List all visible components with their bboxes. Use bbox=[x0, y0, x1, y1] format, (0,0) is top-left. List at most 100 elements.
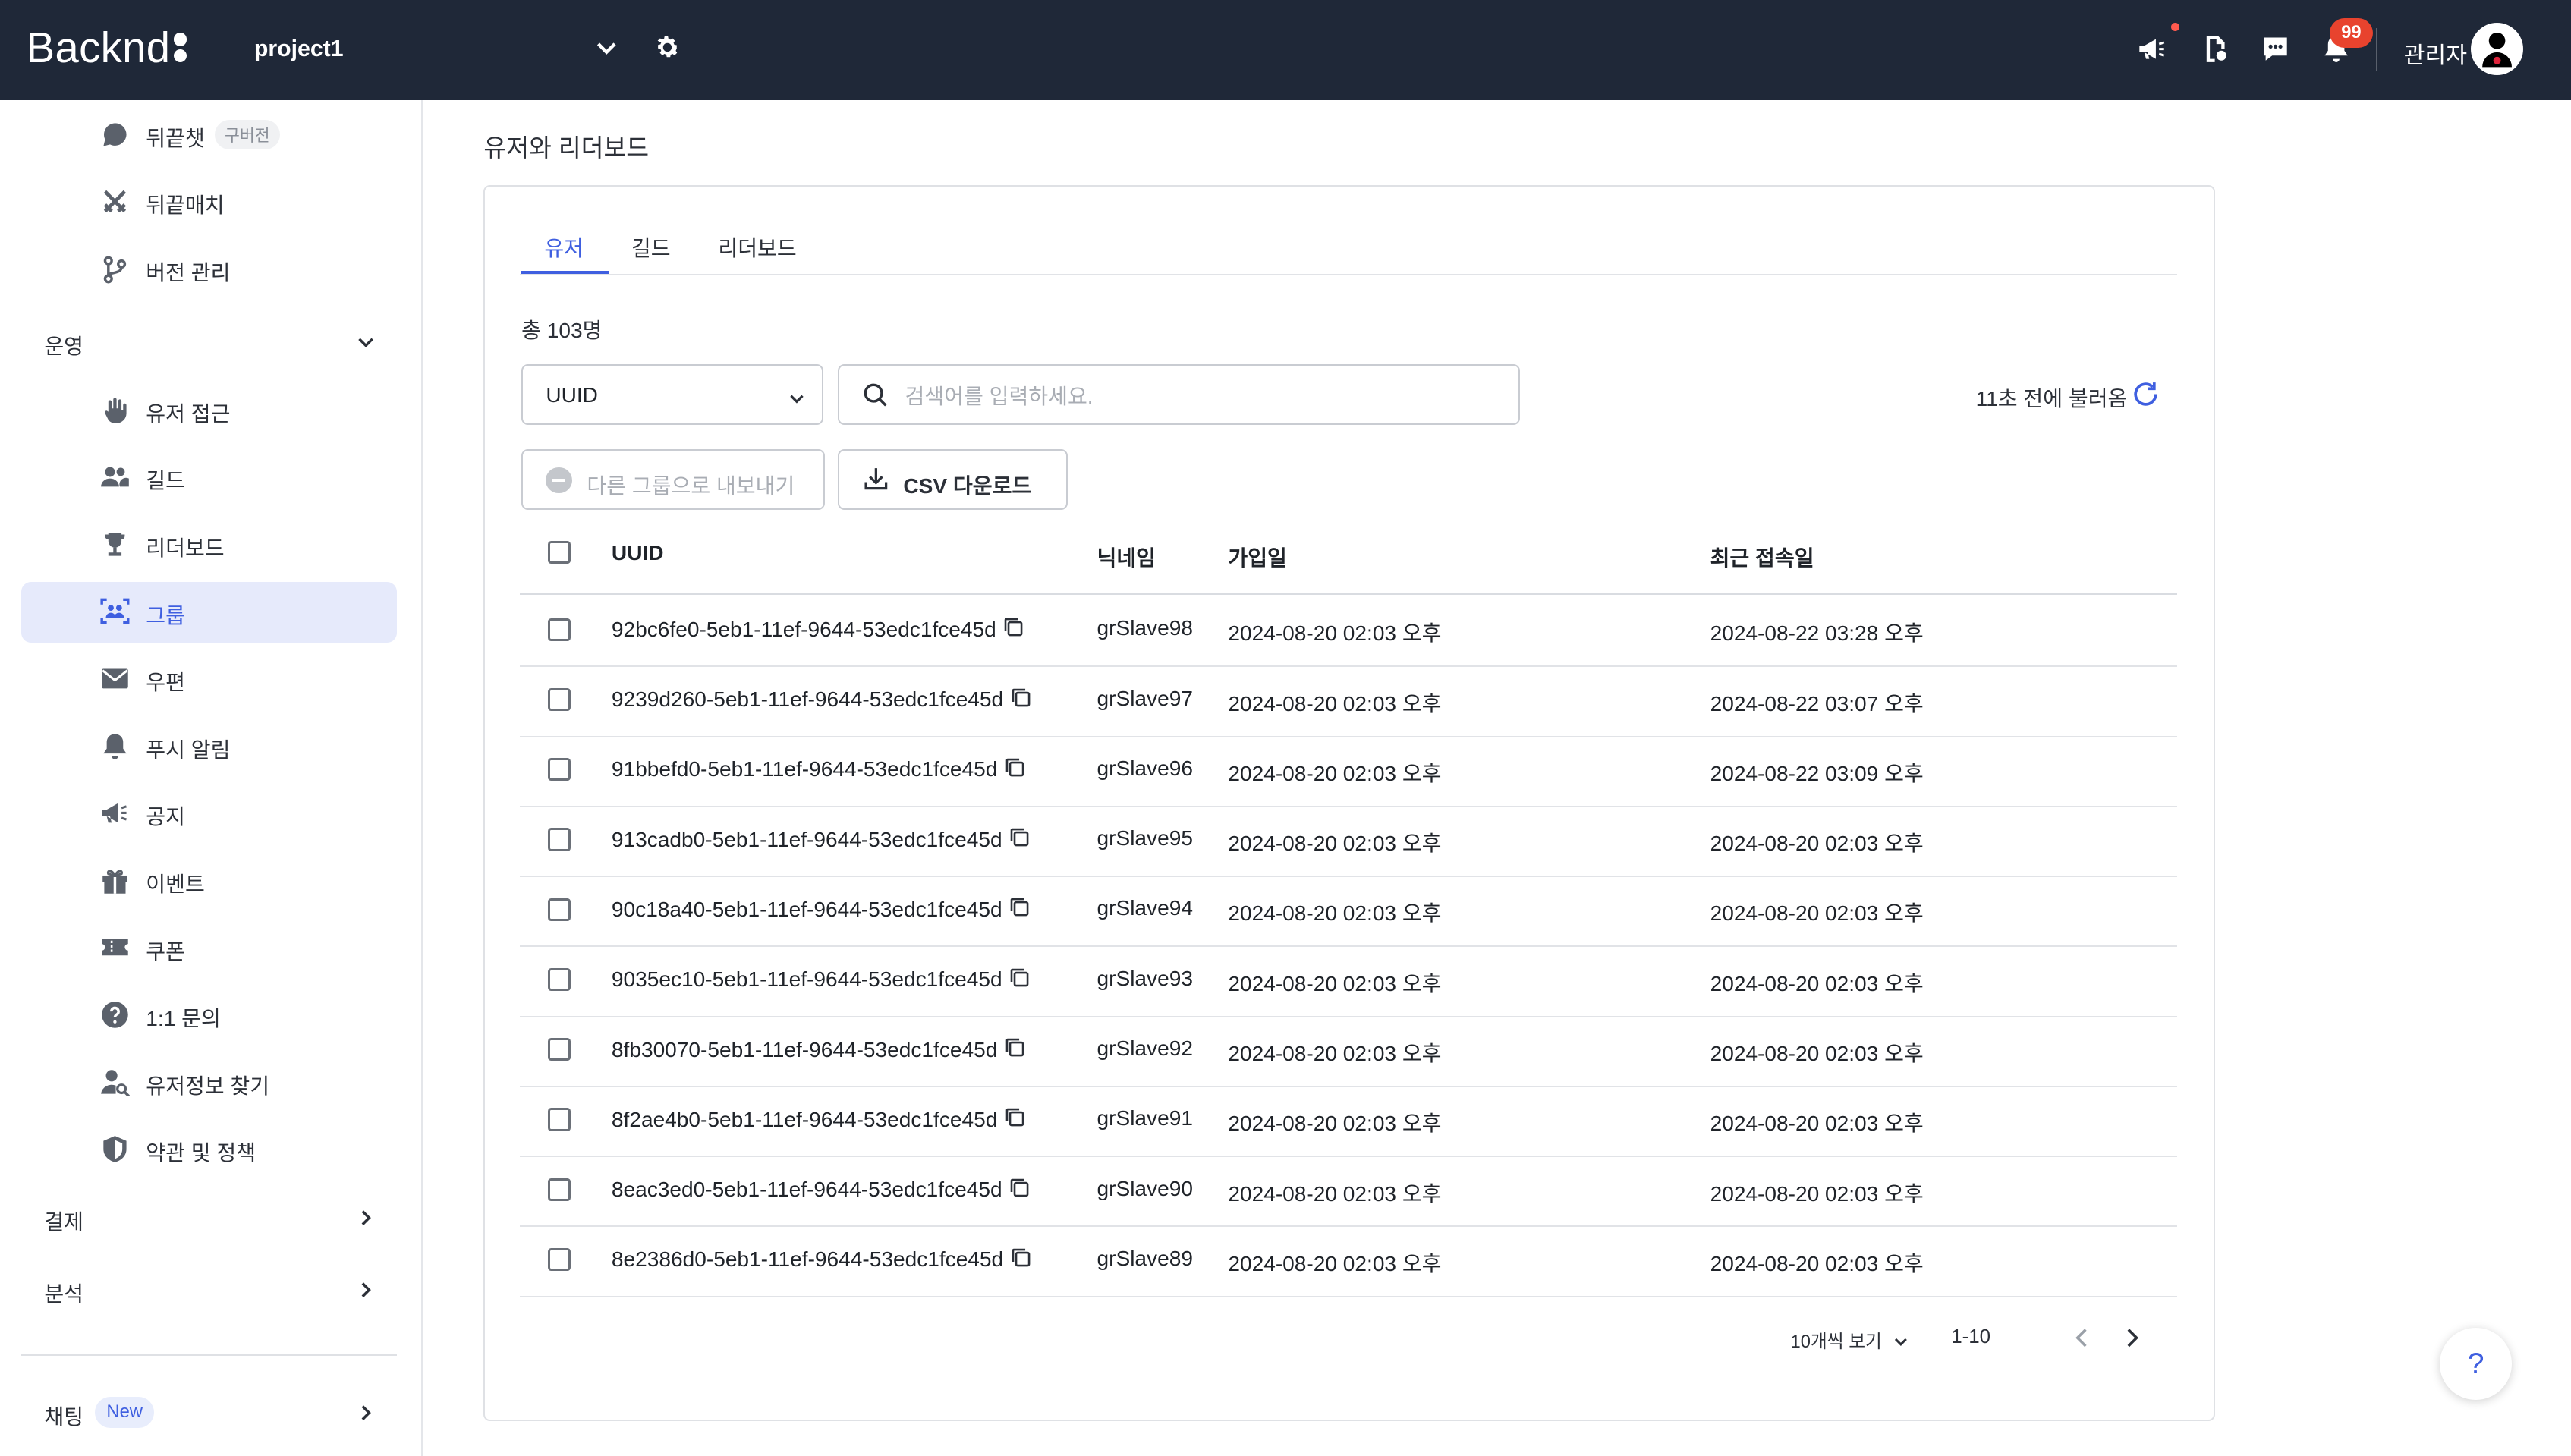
gear-icon[interactable] bbox=[653, 33, 682, 69]
copy-icon[interactable] bbox=[1009, 826, 1030, 853]
sidebar-item-label: 유저 접근 bbox=[146, 401, 231, 426]
minus-circle-icon bbox=[546, 467, 572, 494]
nickname-cell: grSlave97 bbox=[1097, 686, 1193, 710]
sidebar-item-backnd-match[interactable]: 뒤끝매치 bbox=[21, 172, 397, 233]
message-icon[interactable] bbox=[2259, 33, 2292, 72]
sidebar-item-guild[interactable]: 길드 bbox=[21, 448, 397, 508]
row-checkbox[interactable] bbox=[547, 1247, 571, 1272]
sidebar-item-leaderboard[interactable]: 리더보드 bbox=[21, 514, 397, 575]
sidebar-item-terms[interactable]: 약관 및 정책 bbox=[21, 1120, 397, 1181]
sidebar-item-group[interactable]: 그룹 bbox=[21, 582, 397, 643]
sidebar-item-user-search[interactable]: 유저정보 찾기 bbox=[21, 1052, 397, 1113]
csv-download-button[interactable]: CSV 다운로드 bbox=[838, 449, 1068, 510]
project-name[interactable]: project1 bbox=[254, 36, 344, 62]
sidebar-item-backnd-chat[interactable]: 뒤끝챗 구버전 bbox=[21, 105, 397, 165]
column-header[interactable]: 닉네임 bbox=[1097, 541, 1156, 572]
branch-icon bbox=[100, 254, 130, 284]
chevron-left-icon[interactable] bbox=[2071, 1325, 2094, 1358]
refresh-icon[interactable] bbox=[2130, 379, 2161, 417]
copy-icon[interactable] bbox=[1010, 687, 1031, 713]
bell-icon bbox=[100, 731, 130, 761]
row-checkbox[interactable] bbox=[547, 1108, 571, 1131]
copy-icon[interactable] bbox=[1004, 756, 1025, 783]
table-row[interactable]: 9035ec10-5eb1-11ef-9644-53edc1fce45d grSl… bbox=[519, 945, 2178, 1017]
copy-icon[interactable] bbox=[1002, 616, 1024, 643]
document-user-icon[interactable] bbox=[2198, 33, 2231, 72]
row-checkbox[interactable] bbox=[547, 898, 571, 921]
sidebar-item-inquiry[interactable]: 1:1 문의 bbox=[21, 986, 397, 1046]
avatar[interactable] bbox=[2471, 23, 2524, 76]
column-header[interactable]: 최근 접속일 bbox=[1710, 541, 1814, 572]
row-checkbox[interactable] bbox=[547, 687, 571, 712]
copy-icon[interactable] bbox=[1009, 896, 1030, 923]
row-checkbox[interactable] bbox=[547, 967, 571, 992]
sidebar-item-push[interactable]: 푸시 알림 bbox=[21, 716, 397, 777]
sidebar-section-chat[interactable]: 채팅 bbox=[44, 1400, 83, 1431]
row-checkbox[interactable] bbox=[547, 618, 571, 641]
table-row[interactable]: 91bbefd0-5eb1-11ef-9644-53edc1fce45d grSl… bbox=[519, 735, 2178, 807]
sidebar-item-notice[interactable]: 공지 bbox=[21, 784, 397, 844]
last-access-cell: 2024-08-22 03:09 오후 bbox=[1710, 761, 1924, 785]
page-size-select[interactable]: 10개씩 보기 bbox=[1790, 1326, 1881, 1353]
table-row[interactable]: 8e2386d0-5eb1-11ef-9644-53edc1fce45d grSl… bbox=[519, 1225, 2178, 1297]
megaphone-icon[interactable] bbox=[2136, 33, 2169, 72]
legacy-badge: 구버전 bbox=[215, 119, 280, 150]
sidebar-section-payment[interactable]: 결제 bbox=[44, 1205, 83, 1236]
copy-icon[interactable] bbox=[1004, 1036, 1025, 1063]
row-checkbox[interactable] bbox=[547, 828, 571, 851]
chevron-right-icon[interactable] bbox=[354, 1278, 377, 1308]
chevron-right-icon[interactable] bbox=[2120, 1325, 2143, 1358]
column-header[interactable]: UUID bbox=[612, 541, 664, 565]
sidebar-item-label: 공지 bbox=[146, 805, 185, 829]
nickname-cell: grSlave92 bbox=[1097, 1036, 1193, 1060]
copy-icon[interactable] bbox=[1010, 1247, 1031, 1273]
table-row[interactable]: 9239d260-5eb1-11ef-9644-53edc1fce45d grSl… bbox=[519, 665, 2178, 737]
row-checkbox[interactable] bbox=[547, 1178, 571, 1201]
copy-icon[interactable] bbox=[1009, 1177, 1030, 1203]
uuid-cell: 8fb30070-5eb1-11ef-9644-53edc1fce45d bbox=[612, 1036, 1025, 1063]
uuid-text: 90c18a40-5eb1-11ef-9644-53edc1fce45d bbox=[611, 897, 1002, 921]
chevron-right-icon[interactable] bbox=[354, 1401, 377, 1431]
help-button[interactable]: ? bbox=[2440, 1328, 2513, 1401]
logo[interactable]: Backnd bbox=[27, 23, 187, 72]
sidebar-item-version[interactable]: 버전 관리 bbox=[21, 239, 397, 300]
tab-guild[interactable]: 길드 bbox=[631, 231, 671, 263]
search-input[interactable] bbox=[902, 378, 1499, 415]
copy-icon[interactable] bbox=[1004, 1106, 1025, 1133]
tab-users[interactable]: 유저 bbox=[544, 231, 584, 263]
row-checkbox[interactable] bbox=[547, 1038, 571, 1061]
row-checkbox[interactable] bbox=[547, 758, 571, 781]
sidebar-item-label: 우편 bbox=[146, 671, 185, 695]
search-field-select[interactable]: UUID bbox=[521, 363, 823, 425]
sidebar-item-mail[interactable]: 우편 bbox=[21, 649, 397, 710]
sidebar-item-coupon[interactable]: 쿠폰 bbox=[21, 918, 397, 979]
sidebar-item-user-access[interactable]: 유저 접근 bbox=[21, 380, 397, 441]
uuid-text: 8f2ae4b0-5eb1-11ef-9644-53edc1fce45d bbox=[611, 1107, 998, 1131]
total-count: 총 103명 bbox=[521, 318, 603, 342]
table-row[interactable]: 90c18a40-5eb1-11ef-9644-53edc1fce45d grSl… bbox=[519, 875, 2178, 948]
tab-leaderboard[interactable]: 리더보드 bbox=[718, 231, 796, 263]
table-row[interactable]: 913cadb0-5eb1-11ef-9644-53edc1fce45d grSl… bbox=[519, 805, 2178, 878]
table-row[interactable]: 8eac3ed0-5eb1-11ef-9644-53edc1fce45d grSl… bbox=[519, 1155, 2178, 1228]
chevron-down-icon[interactable] bbox=[593, 34, 620, 68]
last-access-cell: 2024-08-20 02:03 오후 bbox=[1710, 901, 1924, 926]
user-search-icon bbox=[100, 1068, 130, 1097]
uuid-cell: 91bbefd0-5eb1-11ef-9644-53edc1fce45d bbox=[612, 756, 1025, 783]
export-to-group-button[interactable]: 다른 그룹으로 내보내기 bbox=[521, 449, 825, 510]
table-row[interactable]: 8f2ae4b0-5eb1-11ef-9644-53edc1fce45d grSl… bbox=[519, 1085, 2178, 1158]
sidebar-item-event[interactable]: 이벤트 bbox=[21, 851, 397, 911]
chevron-down-icon[interactable] bbox=[354, 331, 377, 360]
column-header[interactable]: 가입일 bbox=[1228, 541, 1287, 572]
chevron-down-icon[interactable] bbox=[1892, 1328, 1910, 1357]
admin-label[interactable]: 관리자 bbox=[2404, 36, 2467, 70]
sidebar-section-analytics[interactable]: 분석 bbox=[44, 1277, 83, 1308]
copy-icon[interactable] bbox=[1009, 967, 1030, 993]
select-all-checkbox[interactable] bbox=[547, 541, 571, 564]
chevron-right-icon[interactable] bbox=[354, 1206, 377, 1236]
uuid-text: 9239d260-5eb1-11ef-9644-53edc1fce45d bbox=[611, 687, 1004, 712]
nickname-cell: grSlave95 bbox=[1097, 826, 1193, 851]
sidebar-section-operation[interactable]: 운영 bbox=[44, 329, 83, 360]
joined-cell: 2024-08-20 02:03 오후 bbox=[1228, 832, 1442, 856]
table-row[interactable]: 8fb30070-5eb1-11ef-9644-53edc1fce45d grSl… bbox=[519, 1015, 2178, 1087]
table-row[interactable]: 92bc6fe0-5eb1-11ef-9644-53edc1fce45d grSl… bbox=[519, 595, 2178, 668]
